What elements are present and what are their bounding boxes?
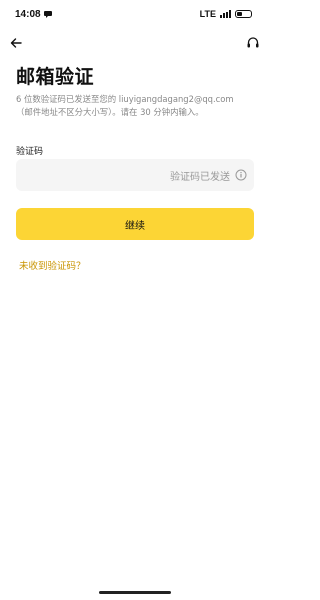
info-icon[interactable] — [235, 169, 247, 181]
headset-icon[interactable] — [246, 36, 260, 50]
continue-button[interactable]: 继续 — [16, 208, 254, 240]
chat-bubble-icon — [44, 11, 52, 18]
no-code-received-link[interactable]: 未收到验证码？ — [19, 258, 86, 272]
network-type: LTE — [199, 9, 216, 19]
description: 6 位数验证码已发送至您的 liuyigangdagang2@qq.com （邮… — [16, 93, 261, 119]
status-indicators: LTE — [200, 9, 252, 19]
description-line-2: （邮件地址不区分大小写）。请在 30 分钟内输入。 — [16, 107, 204, 117]
battery-icon — [235, 10, 252, 18]
code-input-container: 验证码已发送 — [16, 159, 254, 191]
code-sent-status: 验证码已发送 — [170, 172, 230, 183]
status-time: 14:08 — [15, 9, 41, 20]
home-indicator — [99, 591, 171, 594]
description-line-1: 6 位数验证码已发送至您的 liuyigangdagang2@qq.com — [16, 94, 234, 104]
page-title: 邮箱验证 — [16, 66, 95, 88]
signal-icon — [220, 10, 231, 18]
code-field-label: 验证码 — [16, 147, 44, 157]
back-arrow-icon[interactable] — [8, 35, 24, 51]
status-bar: 14:08 LTE — [0, 0, 270, 30]
verification-code-input[interactable] — [16, 159, 156, 191]
